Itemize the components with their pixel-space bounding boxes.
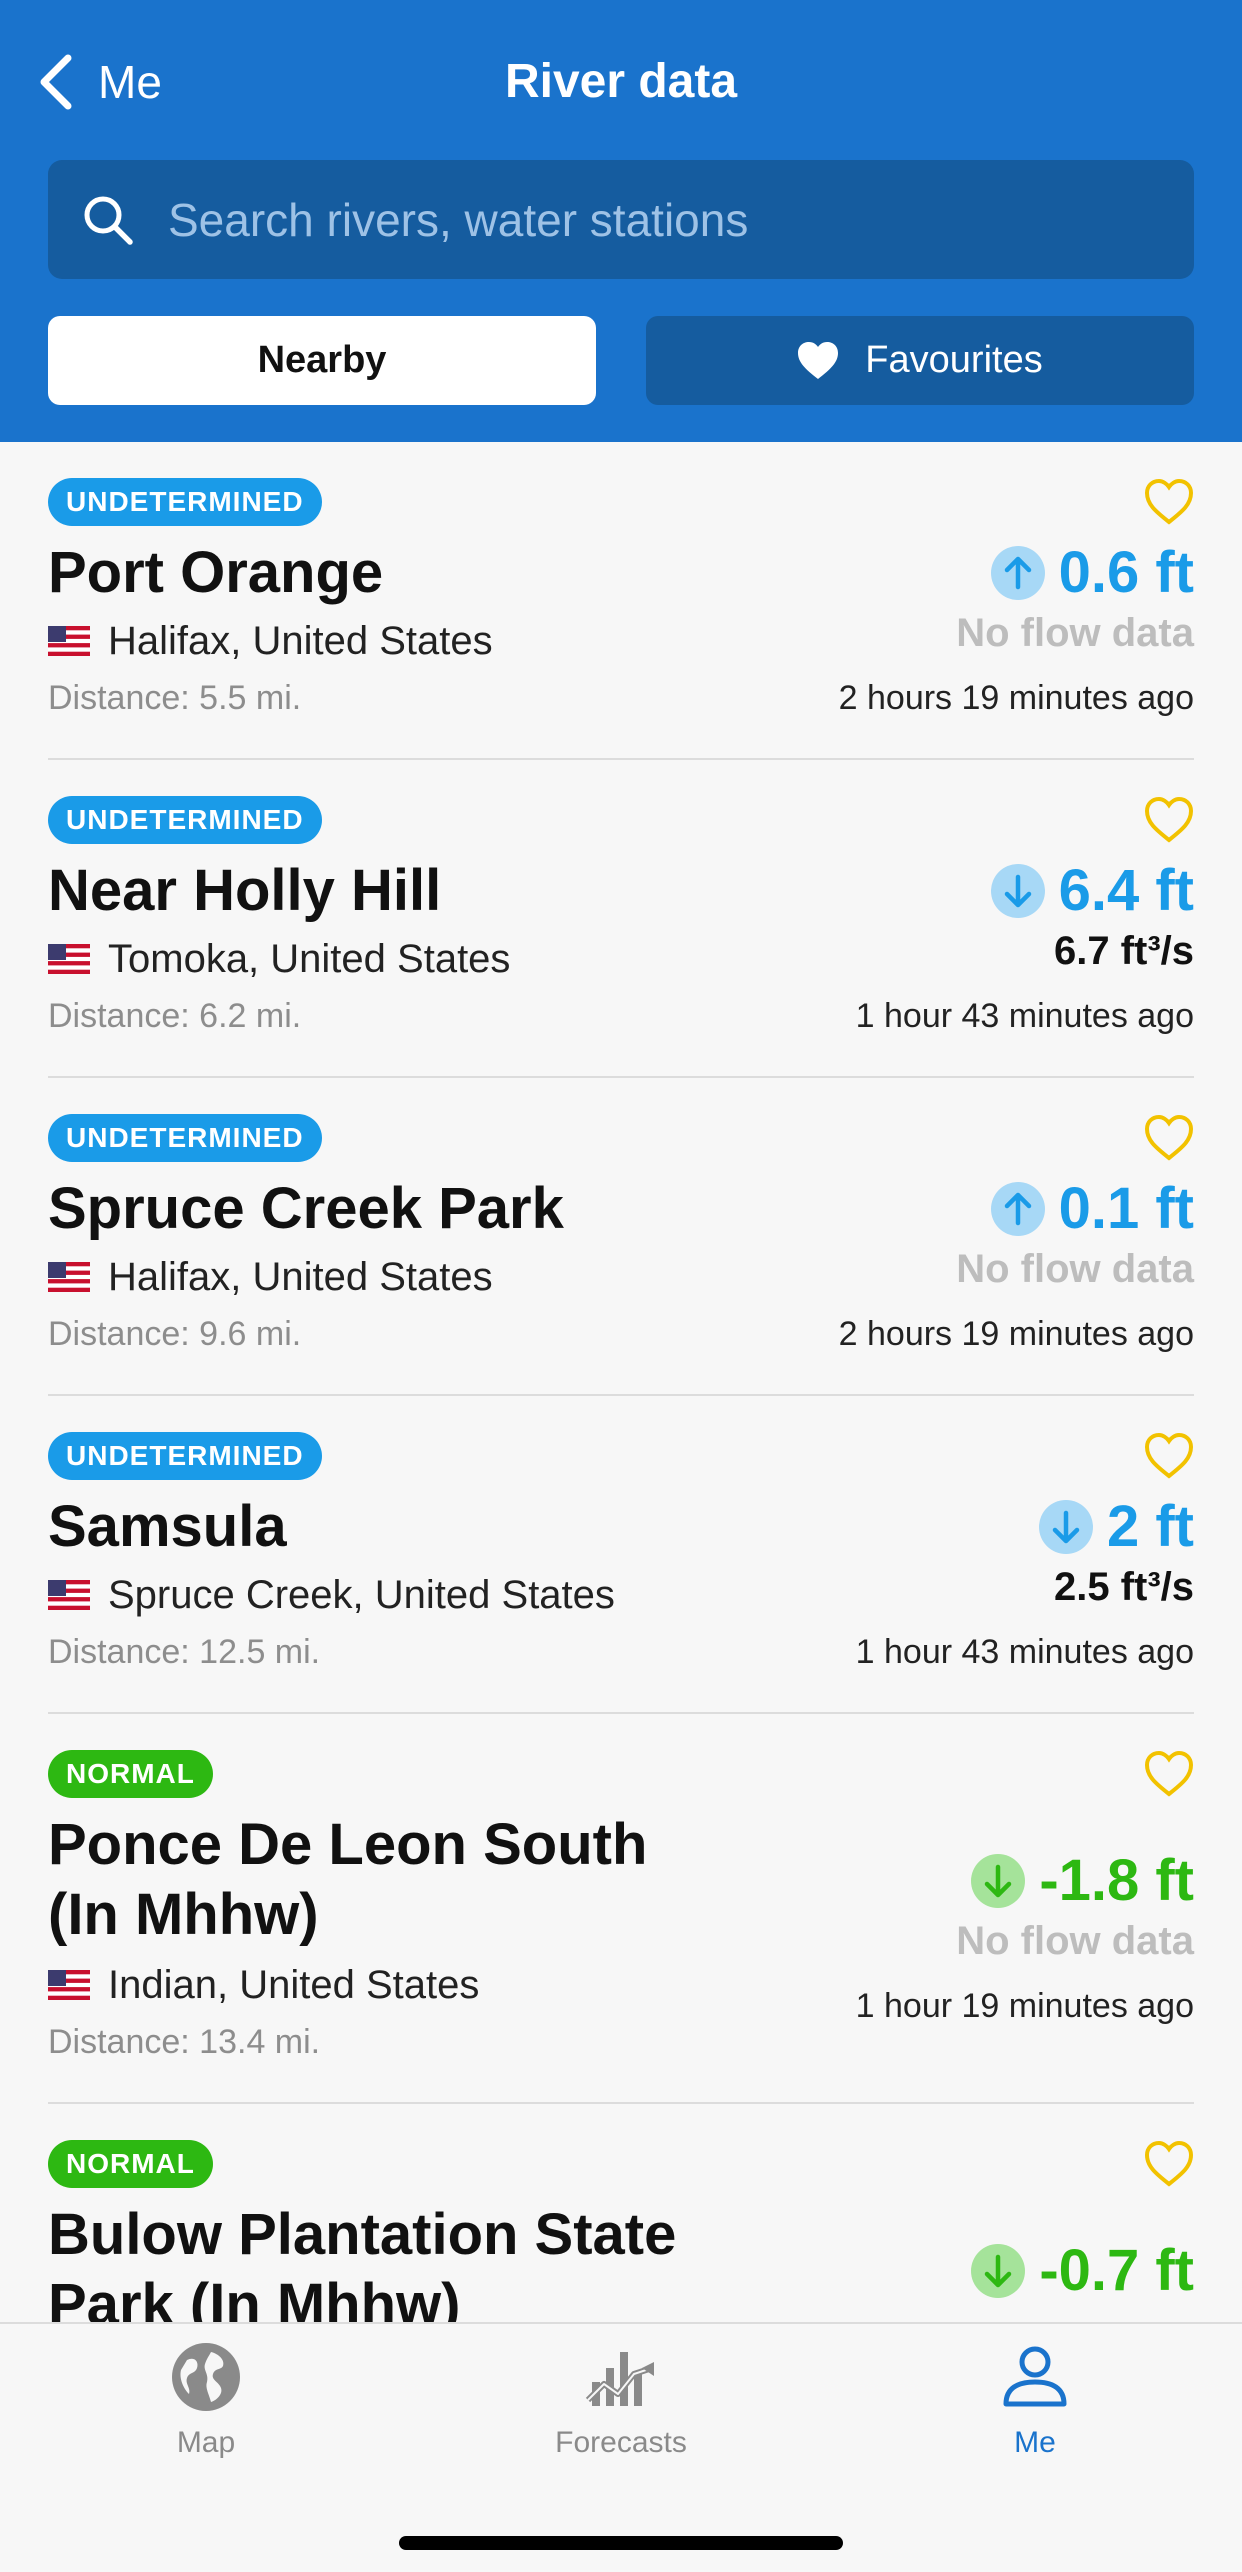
us-flag-icon [48, 1970, 90, 2000]
list-item[interactable]: UNDETERMINED Spruce Creek Park Halifax, … [48, 1078, 1194, 1396]
station-name: Bulow Plantation State Park (In Mhhw) [48, 2202, 677, 2322]
segment-favourites[interactable]: Favourites [646, 316, 1194, 405]
flow-text: No flow data [956, 611, 1194, 655]
flow-text: 6.7 ft³/s [1053, 929, 1194, 973]
distance-text: Distance: 13.4 mi. [48, 2023, 321, 2061]
arrow-down-icon [1039, 1500, 1093, 1554]
updated-time: 1 hour 43 minutes ago [855, 1633, 1194, 1671]
list-item[interactable]: UNDETERMINED Near Holly Hill Tomoka, Uni… [48, 760, 1194, 1078]
water-level-value: 0.6 ft [1058, 540, 1194, 605]
station-name: Near Holly Hill [48, 858, 442, 923]
distance-text: Distance: 9.6 mi. [48, 1315, 302, 1353]
flow-text: 2.5 ft³/s [1053, 1565, 1194, 1609]
tab-bar: Map Forecasts Me [0, 2322, 1242, 2572]
arrow-up-icon [990, 546, 1045, 600]
flow-text: No flow data [956, 1919, 1194, 1963]
water-level: -1.8 ft [971, 1846, 1194, 1916]
search-bar[interactable] [48, 160, 1194, 279]
list-item[interactable]: UNDETERMINED Port Orange Halifax, United… [48, 442, 1194, 760]
station-location: Spruce Creek, United States [48, 1570, 615, 1620]
water-level-value: 0.1 ft [1058, 1176, 1194, 1241]
distance-text: Distance: 6.2 mi. [48, 997, 302, 1035]
tab-map[interactable]: Map [76, 2338, 336, 2460]
segment-nearby-label: Nearby [257, 339, 387, 381]
globe-icon [172, 2343, 240, 2411]
arrow-down-icon [971, 2244, 1026, 2298]
us-flag-icon [48, 626, 90, 656]
location-text: Indian, United States [108, 1963, 480, 2007]
updated-time: 2 hours 19 minutes ago [838, 679, 1194, 717]
app-screen: Me River data Nearby Favourites UNDETERM… [0, 0, 1242, 2572]
tab-me-label: Me [1014, 2426, 1056, 2459]
water-level-value: 6.4 ft [1058, 858, 1194, 923]
station-name: Spruce Creek Park [48, 1176, 564, 1241]
distance-text: Distance: 12.5 mi. [48, 1633, 321, 1671]
list-item[interactable]: NORMAL Ponce De Leon South (In Mhhw) Ind… [48, 1714, 1194, 2104]
station-location: Indian, United States [48, 1960, 479, 2010]
heart-outline-icon[interactable] [1144, 478, 1194, 526]
updated-time: 1 hour 43 minutes ago [855, 997, 1194, 1035]
us-flag-icon [48, 944, 90, 974]
station-location: Halifax, United States [48, 1252, 493, 1302]
water-level: 2 ft [1039, 1492, 1194, 1562]
status-badge: UNDETERMINED [48, 1432, 322, 1480]
status-badge: NORMAL [48, 2140, 213, 2188]
water-level-value: -0.7 ft [1039, 2238, 1194, 2303]
location-text: Halifax, United States [108, 1255, 493, 1299]
heart-outline-icon[interactable] [1144, 796, 1194, 844]
tab-forecasts-label: Forecasts [555, 2426, 687, 2459]
chart-trend-icon [585, 2352, 654, 2406]
water-level: 0.6 ft [990, 538, 1194, 608]
status-badge: UNDETERMINED [48, 1114, 322, 1162]
flow-text: No flow data [956, 1247, 1194, 1291]
segment-nearby[interactable]: Nearby [48, 316, 596, 405]
status-badge: UNDETERMINED [48, 796, 322, 844]
station-name: Port Orange [48, 540, 384, 605]
heart-outline-icon[interactable] [1144, 1432, 1194, 1480]
page-title: River data [504, 55, 738, 108]
search-input[interactable] [168, 192, 1194, 247]
arrow-down-icon [990, 864, 1045, 918]
station-list: UNDETERMINED Port Orange Halifax, United… [0, 442, 1242, 2322]
water-level: -0.7 ft [971, 2236, 1194, 2306]
heart-outline-icon[interactable] [1144, 1750, 1194, 1798]
tab-map-label: Map [176, 2426, 236, 2459]
person-icon [1003, 2346, 1067, 2407]
arrow-down-icon [971, 1854, 1026, 1908]
location-text: Spruce Creek, United States [108, 1573, 615, 1617]
station-name: Samsula [48, 1494, 287, 1559]
segment-favourites-label: Favourites [865, 339, 1043, 381]
location-text: Halifax, United States [108, 619, 493, 663]
list-item[interactable]: NORMAL Bulow Plantation State Park (In M… [48, 2104, 1194, 2322]
updated-time: 2 hours 19 minutes ago [838, 1315, 1194, 1353]
us-flag-icon [48, 1580, 90, 1610]
search-icon [84, 196, 133, 245]
heart-icon [798, 341, 839, 379]
us-flag-icon [48, 1262, 90, 1292]
water-level: 0.1 ft [990, 1174, 1194, 1244]
header: Me River data Nearby Favourites [0, 0, 1242, 442]
station-location: Tomoka, United States [48, 934, 510, 984]
list-item[interactable]: UNDETERMINED Samsula Spruce Creek, Unite… [48, 1396, 1194, 1714]
updated-time: 1 hour 19 minutes ago [855, 1987, 1194, 2025]
heart-outline-icon[interactable] [1144, 1114, 1194, 1162]
home-indicator [399, 2536, 843, 2550]
distance-text: Distance: 5.5 mi. [48, 679, 302, 717]
station-location: Halifax, United States [48, 616, 493, 666]
location-text: Tomoka, United States [108, 937, 511, 981]
tab-me[interactable]: Me [905, 2338, 1165, 2460]
water-level-value: -1.8 ft [1039, 1848, 1194, 1913]
status-badge: NORMAL [48, 1750, 213, 1798]
water-level: 6.4 ft [990, 856, 1194, 926]
tab-forecasts[interactable]: Forecasts [491, 2338, 751, 2460]
station-name: Ponce De Leon South (In Mhhw) [48, 1812, 648, 1947]
status-badge: UNDETERMINED [48, 478, 322, 526]
water-level-value: 2 ft [1107, 1494, 1194, 1559]
heart-outline-icon[interactable] [1144, 2140, 1194, 2188]
arrow-up-icon [990, 1182, 1045, 1236]
